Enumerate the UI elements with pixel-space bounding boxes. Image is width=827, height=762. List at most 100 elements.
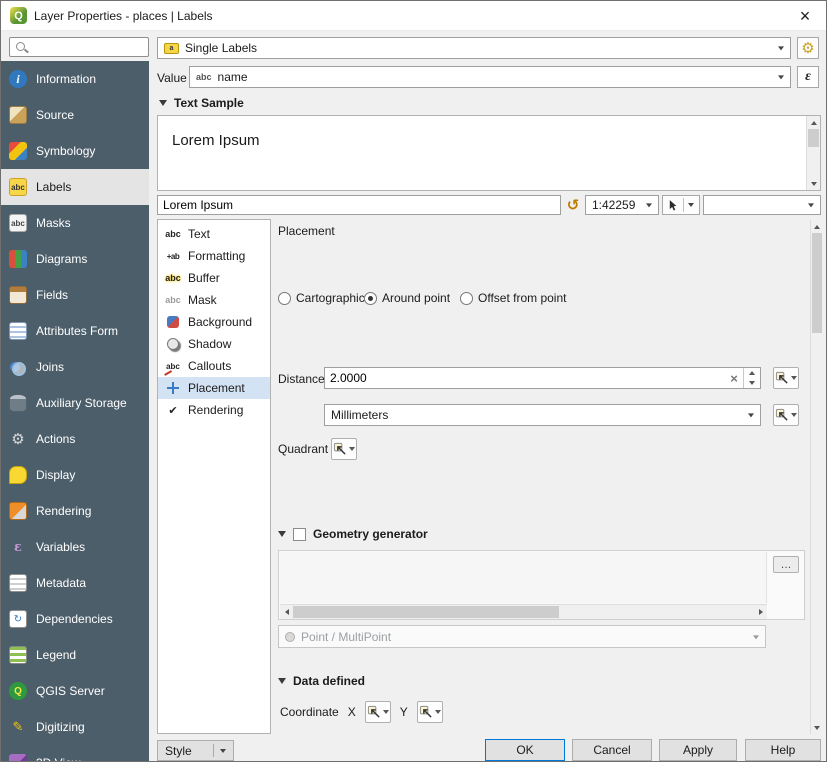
tab-mask[interactable]: Mask [158, 289, 270, 311]
scroll-up-icon[interactable] [807, 116, 820, 129]
divider [213, 744, 214, 757]
placement-scrollbar[interactable] [810, 220, 823, 734]
chevron-down-icon [808, 203, 814, 207]
radio-around-point[interactable]: Around point [364, 290, 450, 306]
tab-formatting[interactable]: Formatting [158, 245, 270, 267]
distance-units-select[interactable]: Millimeters [324, 404, 761, 426]
sidebar-item-dependencies[interactable]: Dependencies [1, 601, 149, 637]
tab-text[interactable]: Text [158, 223, 270, 245]
distance-input[interactable] [325, 371, 725, 385]
sidebar-item-symbology[interactable]: Symbology [1, 133, 149, 169]
radio-label: Offset from point [478, 291, 566, 305]
tab-shadow[interactable]: Shadow [158, 333, 270, 355]
units-data-defined-button[interactable] [773, 404, 799, 426]
spin-down-icon[interactable] [744, 378, 760, 388]
spin-up-icon[interactable] [744, 368, 760, 378]
spinner[interactable] [743, 368, 760, 388]
geometry-type-select[interactable]: Point / MultiPoint [278, 625, 766, 648]
sidebar-item-diagrams[interactable]: Diagrams [1, 241, 149, 277]
close-icon[interactable] [793, 7, 817, 25]
data-defined-header[interactable]: Data defined [278, 674, 365, 688]
preview-scrollbar[interactable] [806, 116, 820, 190]
radio-offset-from-point[interactable]: Offset from point [460, 290, 566, 306]
sidebar-item-information[interactable]: Information [1, 61, 149, 97]
sidebar-item-rendering[interactable]: Rendering [1, 493, 149, 529]
tab-rendering[interactable]: Rendering [158, 399, 270, 421]
scroll-down-icon[interactable] [807, 177, 820, 190]
layer-properties-dialog: Layer Properties - places | Labels Infor… [0, 0, 827, 762]
scrollbar-track [807, 129, 820, 177]
sidebar-item-3d-view[interactable]: 3D View [1, 745, 149, 762]
automated-placement-settings-button[interactable] [797, 37, 819, 59]
expression-more-button[interactable]: … [773, 556, 799, 573]
scroll-down-icon[interactable] [811, 721, 823, 734]
font-preview-select[interactable] [703, 195, 821, 215]
distance-data-defined-button[interactable] [773, 367, 799, 389]
labels-icon [9, 178, 27, 196]
ok-button[interactable]: OK [485, 739, 565, 761]
value-field-select[interactable]: name [189, 66, 791, 88]
chevron-down-icon [646, 203, 652, 207]
sidebar-item-auxiliary-storage[interactable]: Auxiliary Storage [1, 385, 149, 421]
distance-label: Distance [278, 372, 325, 386]
sidebar-item-attributes-form[interactable]: Attributes Form [1, 313, 149, 349]
text-sample-header[interactable]: Text Sample [159, 96, 244, 110]
sidebar-item-label: Masks [36, 216, 71, 230]
scroll-up-icon[interactable] [811, 220, 823, 233]
map-scale-tool-button[interactable] [662, 195, 700, 215]
point-geometry-icon [285, 632, 295, 642]
style-menu-button[interactable]: Style [157, 740, 234, 761]
sidebar-item-fields[interactable]: Fields [1, 277, 149, 313]
chevron-down-icon [791, 376, 797, 380]
help-button[interactable]: Help [745, 739, 821, 761]
geometry-hscrollbar[interactable] [280, 604, 767, 619]
callouts-tab-icon [162, 358, 184, 374]
geometry-generator-header[interactable]: Geometry generator [278, 527, 428, 541]
scroll-left-icon[interactable] [280, 605, 293, 619]
expression-builder-button[interactable]: ε [797, 66, 819, 88]
scroll-right-icon[interactable] [754, 605, 767, 619]
search-box[interactable] [9, 37, 149, 57]
sidebar-item-label: Labels [36, 180, 71, 194]
scrollbar-thumb[interactable] [293, 606, 559, 618]
radio-cartographic[interactable]: Cartographic [278, 290, 365, 306]
geometry-generator-checkbox[interactable] [293, 528, 306, 541]
tab-callouts[interactable]: Callouts [158, 355, 270, 377]
chevron-down-icon [778, 46, 784, 50]
tab-background[interactable]: Background [158, 311, 270, 333]
preview-scale-select[interactable]: 1:42259 [585, 195, 659, 215]
clear-icon[interactable] [725, 370, 743, 386]
geometry-expression-area[interactable] [280, 552, 767, 603]
distance-spinbox[interactable] [324, 367, 761, 389]
coordinate-y-label: Y [400, 705, 408, 719]
sidebar-item-qgis-server[interactable]: QGIS Server [1, 673, 149, 709]
label-method-select[interactable]: Single Labels [157, 37, 791, 59]
cancel-button[interactable]: Cancel [572, 739, 652, 761]
coordinate-y-data-defined-button[interactable] [417, 701, 443, 723]
sidebar-item-actions[interactable]: Actions [1, 421, 149, 457]
scrollbar-track [293, 605, 754, 619]
reset-sample-icon[interactable] [563, 195, 583, 215]
sidebar-item-display[interactable]: Display [1, 457, 149, 493]
scrollbar-thumb[interactable] [808, 129, 819, 147]
tab-buffer[interactable]: Buffer [158, 267, 270, 289]
sidebar-item-source[interactable]: Source [1, 97, 149, 133]
coordinate-x-data-defined-button[interactable] [365, 701, 391, 723]
sidebar-item-labels[interactable]: Labels [1, 169, 149, 205]
sidebar-item-metadata[interactable]: Metadata [1, 565, 149, 601]
quadrant-data-defined-button[interactable] [331, 438, 357, 460]
chevron-down-icon [791, 413, 797, 417]
search-input[interactable] [30, 39, 146, 55]
tab-label: Buffer [188, 271, 220, 285]
sidebar-item-variables[interactable]: Variables [1, 529, 149, 565]
sidebar-item-masks[interactable]: Masks [1, 205, 149, 241]
apply-button[interactable]: Apply [659, 739, 737, 761]
preview-text: Lorem Ipsum [172, 132, 260, 149]
sidebar-item-joins[interactable]: Joins [1, 349, 149, 385]
sidebar-item-legend[interactable]: Legend [1, 637, 149, 673]
sidebar-item-digitizing[interactable]: Digitizing [1, 709, 149, 745]
scrollbar-thumb[interactable] [812, 233, 822, 333]
tab-placement[interactable]: Placement [158, 377, 270, 399]
sample-text-input[interactable] [157, 195, 561, 215]
value-field-name: name [218, 70, 248, 84]
